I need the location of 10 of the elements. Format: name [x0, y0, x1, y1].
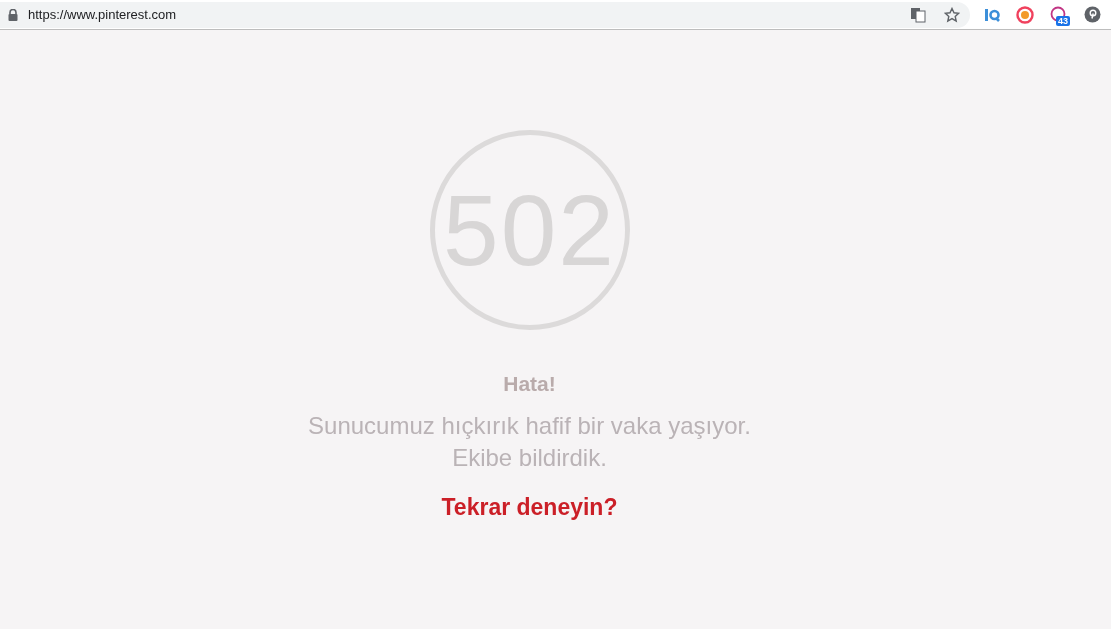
error-message: Ekibe bildirdik.: [451, 443, 608, 473]
error-message: Sunucumuz hıçkırık hafif bir vaka yaşıyor.: [308, 411, 751, 441]
star-icon[interactable]: [944, 6, 960, 23]
notification-badge: 43: [1056, 15, 1070, 26]
address-url[interactable]: https://www.pinterest.com: [28, 7, 177, 22]
lock-icon: [8, 8, 18, 21]
retry-link[interactable]: Tekrar deneyin?: [441, 494, 618, 521]
download-circle-icon[interactable]: [1016, 5, 1034, 24]
iq-extension-icon[interactable]: [984, 7, 1000, 22]
error-title: Hata!: [503, 372, 556, 396]
